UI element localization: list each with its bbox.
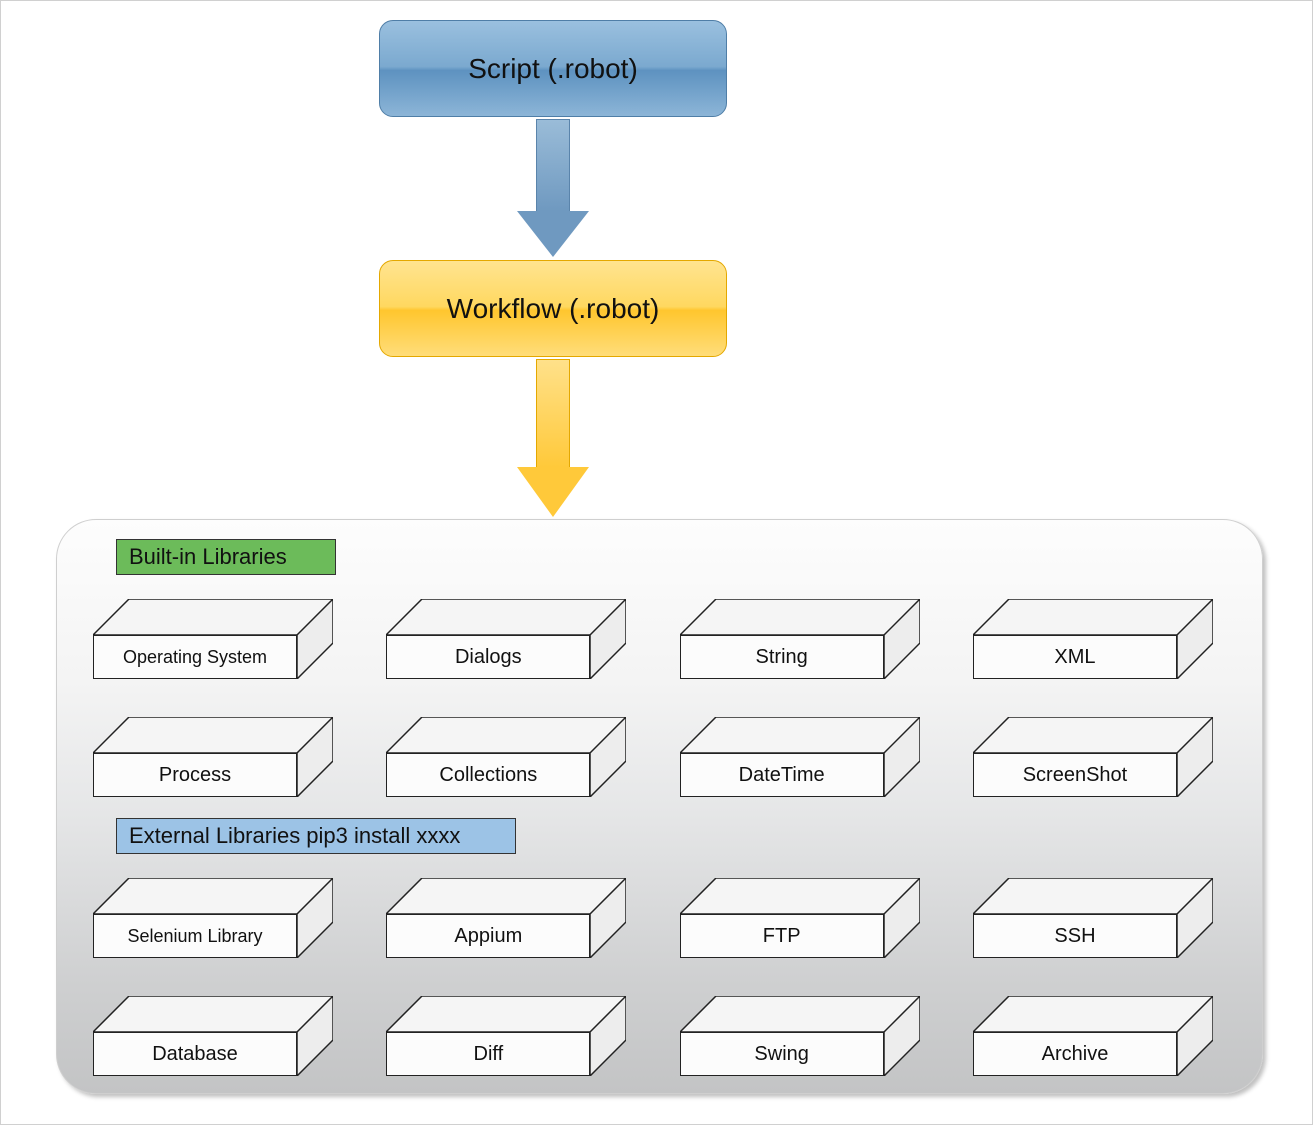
lib-label: Database [93, 1032, 297, 1076]
lib-swing: Swing [680, 996, 920, 1076]
external-row-2: Database Diff Swing Archive [93, 996, 1213, 1076]
section-tag-external: External Libraries pip3 install xxxx [116, 818, 516, 854]
builtin-row-1: Operating System Dialogs String XML [93, 599, 1213, 679]
arrow-head-icon [517, 467, 589, 517]
lib-appium: Appium [386, 878, 626, 958]
lib-selenium: Selenium Library [93, 878, 333, 958]
node-script-label: Script (.robot) [468, 53, 638, 85]
lib-xml: XML [973, 599, 1213, 679]
lib-label: FTP [680, 914, 884, 958]
lib-datetime: DateTime [680, 717, 920, 797]
section-tag-label: External Libraries pip3 install xxxx [129, 823, 460, 849]
lib-label: String [680, 635, 884, 679]
diagram-canvas: Script (.robot) Workflow (.robot) Built-… [1, 1, 1312, 1124]
lib-label: Swing [680, 1032, 884, 1076]
section-tag-label: Built-in Libraries [129, 544, 287, 570]
arrow-script-to-workflow [536, 119, 570, 259]
lib-label: SSH [973, 914, 1177, 958]
lib-screenshot: ScreenShot [973, 717, 1213, 797]
arrow-shaft [536, 359, 570, 467]
lib-operating-system: Operating System [93, 599, 333, 679]
node-script: Script (.robot) [379, 20, 727, 117]
lib-label: ScreenShot [973, 753, 1177, 797]
lib-label: Diff [386, 1032, 590, 1076]
lib-label: Collections [386, 753, 590, 797]
lib-process: Process [93, 717, 333, 797]
lib-diff: Diff [386, 996, 626, 1076]
lib-archive: Archive [973, 996, 1213, 1076]
lib-label: Archive [973, 1032, 1177, 1076]
lib-label: Operating System [93, 635, 297, 679]
external-row-1: Selenium Library Appium FTP SSH [93, 878, 1213, 958]
lib-label: Selenium Library [93, 914, 297, 958]
section-tag-builtin: Built-in Libraries [116, 539, 336, 575]
lib-dialogs: Dialogs [386, 599, 626, 679]
arrow-shaft [536, 119, 570, 211]
lib-ftp: FTP [680, 878, 920, 958]
lib-ssh: SSH [973, 878, 1213, 958]
lib-label: XML [973, 635, 1177, 679]
arrow-workflow-to-libraries [536, 359, 570, 519]
node-workflow: Workflow (.robot) [379, 260, 727, 357]
node-workflow-label: Workflow (.robot) [447, 293, 660, 325]
lib-label: Dialogs [386, 635, 590, 679]
lib-label: Appium [386, 914, 590, 958]
arrow-head-icon [517, 211, 589, 257]
lib-label: Process [93, 753, 297, 797]
lib-collections: Collections [386, 717, 626, 797]
builtin-row-2: Process Collections DateTime ScreenShot [93, 717, 1213, 797]
lib-string: String [680, 599, 920, 679]
lib-database: Database [93, 996, 333, 1076]
lib-label: DateTime [680, 753, 884, 797]
